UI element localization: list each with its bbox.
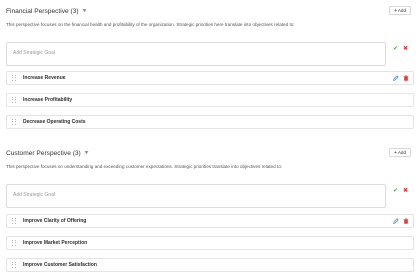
goal-item-label: Improve Clarity of Offering (23, 218, 87, 224)
pencil-icon[interactable] (393, 75, 399, 81)
pencil-icon[interactable] (393, 218, 399, 224)
section-header[interactable]: Financial Perspective (3) ▼ (6, 3, 87, 19)
section-title: Customer Perspective (3) (6, 149, 81, 157)
drag-handle-icon[interactable] (12, 218, 17, 224)
goal-item[interactable]: Increase Revenue (6, 71, 414, 85)
plus-icon: + (393, 7, 397, 14)
trash-icon[interactable] (403, 218, 409, 224)
close-icon[interactable]: ✖ (403, 45, 408, 52)
goal-item-label: Decrease Operating Costs (23, 119, 86, 125)
goal-item[interactable]: Improve Clarity of Offering (6, 214, 414, 228)
goal-item-label: Increase Profitability (23, 97, 73, 103)
chevron-down-icon[interactable]: ▼ (81, 8, 87, 14)
add-button[interactable]: + Add (389, 6, 411, 15)
goal-item[interactable]: Increase Profitability (6, 93, 414, 107)
goal-item-label: Improve Market Perception (23, 240, 88, 246)
strategic-goal-input[interactable]: Add Strategic Goal (6, 184, 386, 208)
drag-handle-icon[interactable] (12, 97, 17, 103)
perspective-section-financial: Financial Perspective (3) ▼ + Add This p… (4, 3, 414, 133)
drag-handle-icon[interactable] (12, 262, 17, 268)
section-description: This perspective focuses on the financia… (6, 22, 295, 27)
drag-handle-icon[interactable] (12, 240, 17, 246)
goal-item-label: Increase Revenue (23, 75, 66, 81)
strategic-goal-input[interactable]: Add Strategic Goal (6, 42, 386, 66)
section-header[interactable]: Customer Perspective (3) ▼ (6, 145, 89, 161)
drag-handle-icon[interactable] (12, 119, 17, 125)
close-icon[interactable]: ✖ (403, 187, 408, 194)
drag-handle-icon[interactable] (12, 75, 17, 81)
goal-item-label: Improve Customer Satisfaction (23, 262, 97, 268)
check-icon[interactable]: ✔ (393, 45, 398, 52)
goal-item[interactable]: Improve Customer Satisfaction (6, 258, 414, 272)
trash-icon[interactable] (403, 75, 409, 81)
perspective-section-customer: Customer Perspective (3) ▼ + Add This pe… (4, 145, 414, 275)
add-button[interactable]: + Add (389, 148, 411, 157)
add-button-label: Add (397, 150, 407, 155)
section-description: This perspective focuses on understandin… (6, 164, 283, 169)
add-button-label: Add (397, 8, 407, 13)
plus-icon: + (393, 149, 397, 156)
goal-item[interactable]: Improve Market Perception (6, 236, 414, 250)
chevron-down-icon[interactable]: ▼ (83, 150, 89, 156)
check-icon[interactable]: ✔ (393, 187, 398, 194)
section-title: Financial Perspective (3) (6, 7, 79, 15)
goal-item[interactable]: Decrease Operating Costs (6, 115, 414, 129)
